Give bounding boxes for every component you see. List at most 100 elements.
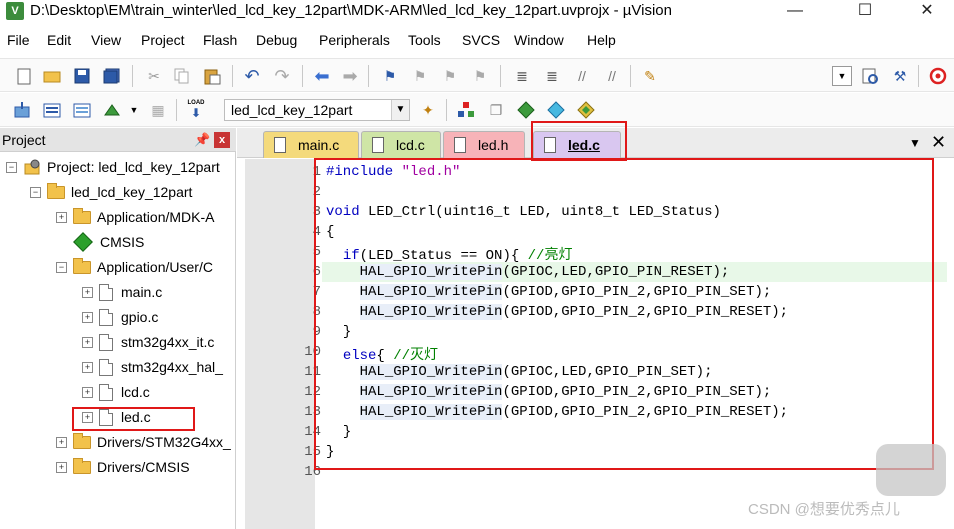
expand-icon[interactable]: + (82, 361, 93, 373)
pack-update-icon[interactable] (576, 100, 596, 120)
tree-project-root[interactable]: − Project: led_lcd_key_12part (6, 156, 220, 178)
save-icon[interactable] (72, 66, 92, 86)
tree-group-cmsis[interactable]: CMSIS (56, 231, 144, 253)
tab-main-c[interactable]: main.c (263, 131, 359, 158)
rebuild-icon[interactable] (72, 100, 92, 120)
menu-peripherals[interactable]: Peripherals (319, 32, 390, 48)
undo-icon[interactable]: ↶ (242, 66, 262, 86)
annotation-box-led-file (72, 407, 195, 431)
tree-group-application-user[interactable]: − Application/User/C (56, 256, 213, 278)
download-icon[interactable]: LOAD ⬇ (186, 100, 206, 120)
save-all-icon[interactable] (102, 66, 122, 86)
expand-icon[interactable]: + (82, 386, 93, 398)
find-in-files-icon[interactable]: ✎ (640, 66, 660, 86)
tree-group-application-mdk[interactable]: + Application/MDK-A (56, 206, 215, 228)
tree-group-drivers-stm32[interactable]: + Drivers/STM32G4xx_ (56, 431, 231, 453)
menu-tools[interactable]: Tools (408, 32, 441, 48)
menu-flash[interactable]: Flash (203, 32, 237, 48)
options-for-target-icon[interactable]: ✦ (418, 100, 438, 120)
csdn-watermark: CSDN @想要优秀点儿 (748, 501, 900, 518)
select-packs-icon[interactable]: ❐ (486, 100, 506, 120)
maximize-button[interactable]: ☐ (842, 0, 888, 24)
menu-file[interactable]: File (7, 32, 30, 48)
tree-target[interactable]: − led_lcd_key_12part (30, 181, 192, 203)
line-number: 2 (312, 184, 321, 200)
navigate-back-icon[interactable]: ⬅ (312, 66, 332, 86)
close-button[interactable]: ✕ (904, 0, 950, 24)
bookmark-clear-icon[interactable]: ⚑ (470, 66, 490, 86)
paste-icon[interactable] (202, 66, 222, 86)
expand-icon[interactable]: + (82, 311, 93, 323)
panel-close-button[interactable]: x (214, 132, 230, 148)
pin-icon[interactable]: 📌 (194, 132, 210, 148)
cut-icon[interactable]: ✂ (144, 66, 164, 86)
indent-icon[interactable]: ≣ (512, 66, 532, 86)
menu-project[interactable]: Project (141, 32, 185, 48)
tree-file-lcd-c[interactable]: + lcd.c (82, 381, 150, 403)
minimize-button[interactable]: — (772, 0, 818, 24)
c-file-icon (99, 283, 113, 301)
line-number: 13 (304, 404, 321, 420)
toolbar-separator (232, 65, 233, 87)
tree-group-drivers-cmsis[interactable]: + Drivers/CMSIS (56, 456, 190, 478)
menu-edit[interactable]: Edit (47, 32, 71, 48)
expand-icon[interactable]: + (82, 286, 93, 298)
debug-session-icon[interactable]: ⚒ (890, 66, 910, 86)
tree-file-stm32g4xx-it-c[interactable]: + stm32g4xx_it.c (82, 331, 214, 353)
tab-label: main.c (298, 137, 340, 153)
collapse-icon[interactable]: − (56, 261, 67, 273)
redo-icon[interactable]: ↷ (272, 66, 292, 86)
bookmark-prev-icon[interactable]: ⚑ (410, 66, 430, 86)
pack-installer-icon[interactable] (546, 100, 566, 120)
translate-icon[interactable] (12, 100, 32, 120)
stop-build-icon[interactable]: ▦ (148, 100, 168, 120)
unindent-icon[interactable]: ≣ (542, 66, 562, 86)
collapse-icon[interactable]: − (30, 186, 41, 198)
new-file-icon[interactable] (14, 66, 34, 86)
batch-build-icon[interactable] (102, 100, 122, 120)
folder-icon (73, 207, 91, 224)
find-dropdown[interactable]: ▼ (832, 66, 852, 86)
c-file-icon (99, 383, 113, 401)
manage-rte-icon[interactable] (516, 100, 536, 120)
menu-view[interactable]: View (91, 32, 121, 48)
start-stop-debug-icon[interactable] (928, 66, 948, 86)
expand-icon[interactable]: + (56, 461, 67, 473)
group-label: Application/MDK-A (97, 209, 215, 225)
menu-help[interactable]: Help (587, 32, 616, 48)
batch-build-dropdown-icon[interactable]: ▼ (124, 100, 144, 120)
collapse-icon[interactable]: − (6, 161, 17, 173)
chevron-down-icon[interactable]: ▼ (391, 100, 409, 120)
folder-icon (73, 257, 91, 274)
target-select[interactable]: led_lcd_key_12part ▼ (224, 99, 410, 121)
comment-icon[interactable]: // (572, 66, 592, 86)
line-number: 11 (304, 364, 321, 380)
expand-icon[interactable]: + (56, 211, 67, 223)
tree-file-gpio-c[interactable]: + gpio.c (82, 306, 158, 328)
bookmark-toggle-icon[interactable]: ⚑ (380, 66, 400, 86)
menu-debug[interactable]: Debug (256, 32, 297, 48)
c-file-icon (99, 308, 113, 326)
bookmark-next-icon[interactable]: ⚑ (440, 66, 460, 86)
copy-icon[interactable] (172, 66, 192, 86)
build-icon[interactable] (42, 100, 62, 120)
tab-lcd-c[interactable]: lcd.c (361, 131, 441, 158)
tab-led-h[interactable]: led.h (443, 131, 525, 158)
close-tab-icon[interactable]: ✕ (931, 132, 946, 153)
incremental-find-icon[interactable] (860, 66, 880, 86)
tab-list-dropdown-icon[interactable]: ▼ (909, 136, 921, 150)
open-folder-icon[interactable] (42, 66, 62, 86)
expand-icon[interactable]: + (56, 436, 67, 448)
expand-icon[interactable]: + (82, 336, 93, 348)
uncomment-icon[interactable]: // (602, 66, 622, 86)
toolbar-separator (176, 99, 177, 121)
tree-file-stm32g4xx-hal[interactable]: + stm32g4xx_hal_ (82, 356, 223, 378)
toolbar-separator (132, 65, 133, 87)
manage-project-items-icon[interactable] (456, 100, 476, 120)
target-folder-icon (47, 182, 65, 199)
c-file-icon (274, 137, 286, 153)
navigate-forward-icon[interactable]: ➡ (340, 66, 360, 86)
tree-file-main-c[interactable]: + main.c (82, 281, 162, 303)
menu-window[interactable]: Window (514, 32, 564, 48)
menu-svcs[interactable]: SVCS (462, 32, 500, 48)
